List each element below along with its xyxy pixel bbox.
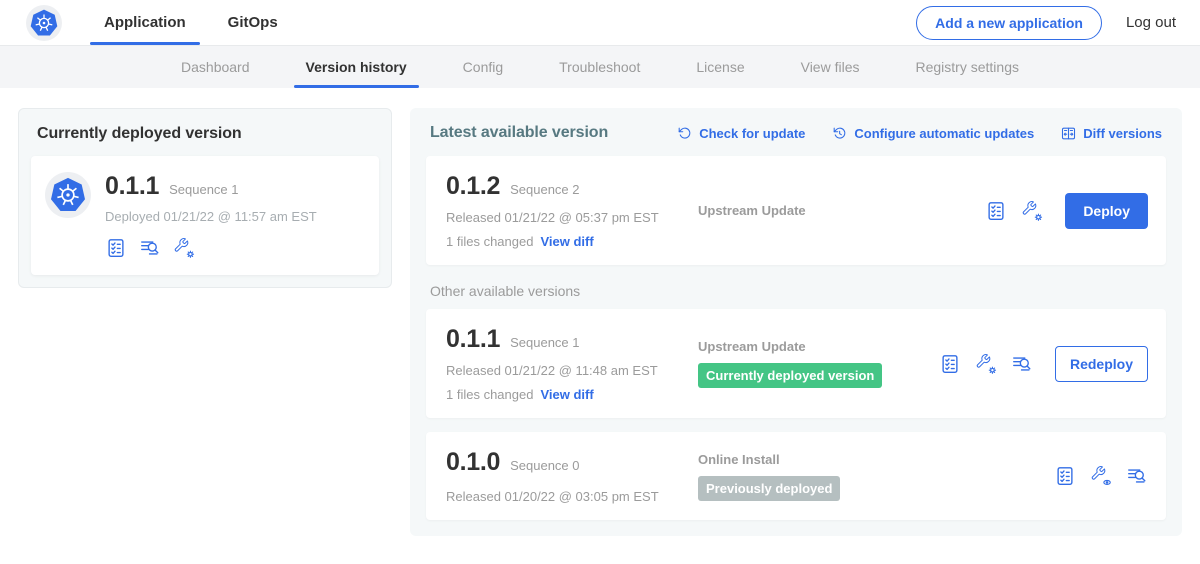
app-nav-tabs: Application GitOps: [90, 0, 306, 45]
edit-config-icon[interactable]: [173, 237, 195, 259]
edit-config-icon[interactable]: [1021, 200, 1043, 222]
version-source: Upstream Update: [698, 203, 985, 218]
version-info: 0.1.2 Sequence 2 Released 01/21/22 @ 05:…: [446, 172, 698, 249]
source-label: Upstream Update: [698, 339, 939, 354]
release-notes-icon[interactable]: [1054, 465, 1076, 487]
nav-tab-application[interactable]: Application: [90, 0, 200, 45]
release-notes-icon[interactable]: [939, 353, 961, 375]
refresh-icon: [676, 125, 693, 142]
version-history-panel: Latest available version Check for updat…: [410, 108, 1182, 536]
version-card-0-1-2: 0.1.2 Sequence 2 Released 01/21/22 @ 05:…: [426, 156, 1166, 265]
sequence-label: Sequence 1: [510, 335, 579, 350]
navbar-right: Add a new application Log out: [916, 6, 1176, 40]
view-files-search-icon[interactable]: [1126, 465, 1148, 487]
subnav-config[interactable]: Config: [451, 46, 515, 88]
version-info: 0.1.0 Sequence 0 Released 01/20/22 @ 03:…: [446, 448, 698, 504]
configure-automatic-updates-label: Configure automatic updates: [854, 126, 1034, 141]
subnav-version-history[interactable]: Version history: [294, 46, 419, 88]
version-number: 0.1.1: [446, 325, 500, 354]
latest-version-heading: Latest available version: [430, 124, 608, 142]
diff-versions-icon: [1060, 125, 1077, 142]
redeploy-button[interactable]: Redeploy: [1055, 346, 1148, 382]
app-subnav: Dashboard Version history Config Trouble…: [0, 46, 1200, 88]
currently-deployed-panel: Currently deployed version 0.1.1 Sequenc…: [18, 108, 392, 288]
kubernetes-logo-icon[interactable]: [26, 5, 62, 41]
deployed-version-card: 0.1.1 Sequence 1 Deployed 01/21/22 @ 11:…: [31, 156, 379, 275]
subnav-troubleshoot[interactable]: Troubleshoot: [547, 46, 652, 88]
currently-deployed-badge: Currently deployed version: [698, 363, 882, 388]
version-info: 0.1.1 Sequence 1 Released 01/21/22 @ 11:…: [446, 325, 698, 402]
release-notes-icon[interactable]: [985, 200, 1007, 222]
nav-tab-gitops[interactable]: GitOps: [214, 0, 292, 45]
sequence-label: Sequence 2: [510, 182, 579, 197]
version-card-actions: Deploy: [985, 193, 1148, 229]
view-diff-link[interactable]: View diff: [540, 387, 593, 402]
version-number: 0.1.2: [446, 172, 500, 201]
add-application-button[interactable]: Add a new application: [916, 6, 1102, 40]
version-actions: Check for update Configure automatic upd…: [676, 125, 1162, 142]
released-timestamp: Released 01/21/22 @ 05:37 pm EST: [446, 210, 698, 225]
version-source: Upstream Update Currently deployed versi…: [698, 339, 939, 388]
latest-version-header: Latest available version Check for updat…: [430, 124, 1162, 142]
deploy-button[interactable]: Deploy: [1065, 193, 1148, 229]
source-label: Upstream Update: [698, 203, 985, 218]
currently-deployed-title: Currently deployed version: [37, 125, 373, 143]
app-kubernetes-icon: [45, 172, 91, 218]
files-changed-label: 1 files changed: [446, 234, 533, 249]
diff-versions-label: Diff versions: [1083, 126, 1162, 141]
previously-deployed-badge: Previously deployed: [698, 476, 840, 501]
schedule-update-icon: [831, 125, 848, 142]
version-source: Online Install Previously deployed: [698, 452, 1054, 501]
edit-config-icon[interactable]: [975, 353, 997, 375]
check-for-update-label: Check for update: [699, 126, 805, 141]
subnav-registry-settings[interactable]: Registry settings: [904, 46, 1031, 88]
source-label: Online Install: [698, 452, 1054, 467]
view-diff-link[interactable]: View diff: [540, 234, 593, 249]
deployed-sequence-label: Sequence 1: [169, 182, 238, 197]
check-for-update-link[interactable]: Check for update: [676, 125, 805, 142]
deployed-timestamp: Deployed 01/21/22 @ 11:57 am EST: [105, 209, 317, 224]
subnav-license[interactable]: License: [684, 46, 756, 88]
sequence-label: Sequence 0: [510, 458, 579, 473]
version-number: 0.1.0: [446, 448, 500, 477]
version-card-actions: Redeploy: [939, 346, 1148, 382]
deployed-version-number: 0.1.1: [105, 172, 159, 201]
diff-versions-link[interactable]: Diff versions: [1060, 125, 1162, 142]
version-card-actions: [1054, 465, 1148, 487]
view-files-search-icon[interactable]: [1011, 353, 1033, 375]
other-versions-heading: Other available versions: [430, 283, 1162, 299]
logout-button[interactable]: Log out: [1126, 14, 1176, 31]
configure-automatic-updates-link[interactable]: Configure automatic updates: [831, 125, 1034, 142]
subnav-view-files[interactable]: View files: [789, 46, 872, 88]
files-changed-label: 1 files changed: [446, 387, 533, 402]
main-content: Currently deployed version 0.1.1 Sequenc…: [0, 88, 1200, 556]
released-timestamp: Released 01/21/22 @ 11:48 am EST: [446, 363, 698, 378]
view-config-icon[interactable]: [1090, 465, 1112, 487]
version-card-0-1-1: 0.1.1 Sequence 1 Released 01/21/22 @ 11:…: [426, 309, 1166, 418]
subnav-dashboard[interactable]: Dashboard: [169, 46, 262, 88]
files-changed-row: 1 files changed View diff: [446, 234, 698, 249]
view-files-search-icon[interactable]: [139, 237, 161, 259]
files-changed-row: 1 files changed View diff: [446, 387, 698, 402]
released-timestamp: Released 01/20/22 @ 03:05 pm EST: [446, 489, 698, 504]
release-notes-icon[interactable]: [105, 237, 127, 259]
version-card-0-1-0: 0.1.0 Sequence 0 Released 01/20/22 @ 03:…: [426, 432, 1166, 520]
deployed-version-info: 0.1.1 Sequence 1 Deployed 01/21/22 @ 11:…: [105, 172, 317, 259]
top-navbar: Application GitOps Add a new application…: [0, 0, 1200, 46]
